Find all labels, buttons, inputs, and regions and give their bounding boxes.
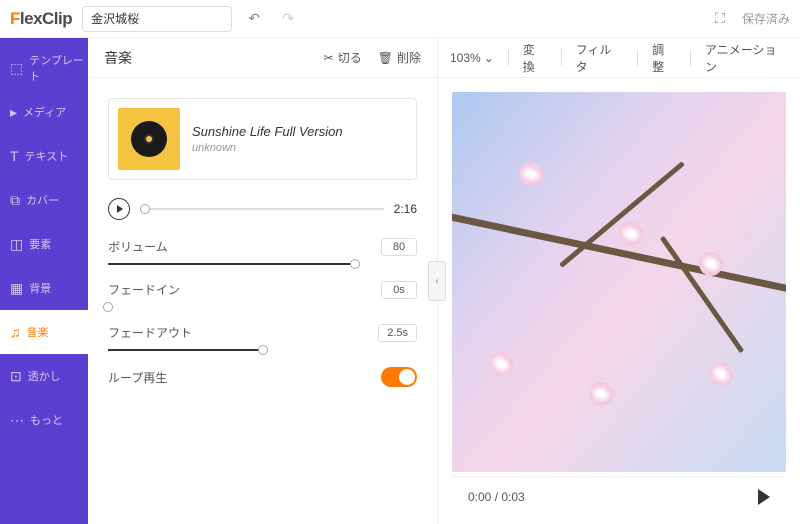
search-input[interactable] — [82, 6, 232, 32]
loop-control: ループ再生 — [108, 367, 417, 387]
music-panel: 音楽 ✂切る 🗑削除 Sunshine Life Full Version un… — [88, 38, 438, 524]
sidebar-item-templates[interactable]: ⬚テンプレート — [0, 46, 88, 90]
templates-icon: ⬚ — [10, 60, 23, 77]
sidebar-item-music[interactable]: ♫音楽 — [0, 310, 88, 354]
redo-button[interactable]: ↷ — [276, 7, 300, 31]
sidebar-item-more[interactable]: ⋯もっと — [0, 398, 88, 442]
sidebar: ⬚テンプレート ▸メディア Tテキスト ⧉カバー ◫要素 ▦背景 ♫音楽 ⊡透か… — [0, 38, 88, 524]
preview-tabs: 103%⌄ 変換 フィルタ 調整 アニメーション — [438, 38, 800, 78]
timeline-play-button[interactable] — [758, 489, 770, 505]
delete-button[interactable]: 🗑削除 — [378, 49, 421, 66]
watermark-icon: ⊡ — [10, 368, 22, 385]
fadein-value[interactable]: 0s — [381, 281, 417, 299]
elements-icon: ◫ — [10, 236, 23, 253]
play-button[interactable] — [108, 198, 130, 220]
tab-transform[interactable]: 変換 — [523, 41, 547, 75]
sidebar-item-watermark[interactable]: ⊡透かし — [0, 354, 88, 398]
save-status: 保存済み — [742, 10, 790, 27]
media-icon: ▸ — [10, 104, 17, 121]
track-artist: unknown — [192, 142, 343, 154]
preview-area: ‹ 103%⌄ 変換 フィルタ 調整 アニメーション — [438, 38, 800, 524]
sidebar-item-cover[interactable]: ⧉カバー — [0, 178, 88, 222]
sidebar-item-media[interactable]: ▸メディア — [0, 90, 88, 134]
timeline: 0:00 / 0:03 — [452, 476, 786, 516]
sidebar-item-text[interactable]: Tテキスト — [0, 134, 88, 178]
text-icon: T — [10, 148, 19, 164]
fadein-control: フェードイン0s — [108, 281, 417, 306]
duration: 2:16 — [394, 202, 417, 216]
zoom-dropdown[interactable]: 103%⌄ — [450, 51, 494, 65]
loop-toggle[interactable] — [381, 367, 417, 387]
fadeout-control: フェードアウト2.5s — [108, 324, 417, 349]
volume-control: ボリューム80 — [108, 238, 417, 263]
logo: FlexClip — [10, 9, 72, 29]
tab-adjust[interactable]: 調整 — [652, 41, 676, 75]
panel-title: 音楽 — [104, 48, 308, 68]
undo-button[interactable]: ↶ — [242, 7, 266, 31]
background-icon: ▦ — [10, 280, 23, 297]
player-row: 2:16 — [108, 198, 417, 220]
cut-button[interactable]: ✂切る — [324, 49, 362, 66]
panel-header: 音楽 ✂切る 🗑削除 — [88, 38, 437, 78]
fullscreen-button[interactable]: ⛶ — [708, 7, 732, 31]
sidebar-item-elements[interactable]: ◫要素 — [0, 222, 88, 266]
chevron-down-icon: ⌄ — [484, 51, 494, 65]
track-card[interactable]: Sunshine Life Full Version unknown — [108, 98, 417, 180]
album-art — [118, 108, 180, 170]
main: ⬚テンプレート ▸メディア Tテキスト ⧉カバー ◫要素 ▦背景 ♫音楽 ⊡透か… — [0, 38, 800, 524]
trash-icon: 🗑 — [378, 51, 393, 65]
volume-value[interactable]: 80 — [381, 238, 417, 256]
topbar: FlexClip ↶ ↷ ⛶ 保存済み — [0, 0, 800, 38]
tab-animation[interactable]: アニメーション — [705, 41, 788, 75]
progress-slider[interactable] — [140, 208, 384, 210]
music-icon: ♫ — [10, 324, 21, 340]
more-icon: ⋯ — [10, 412, 24, 429]
tab-filter[interactable]: フィルタ — [576, 41, 623, 75]
scissors-icon: ✂ — [324, 51, 334, 65]
track-title: Sunshine Life Full Version — [192, 124, 343, 139]
timecode: 0:00 / 0:03 — [468, 490, 744, 504]
preview-canvas[interactable] — [452, 92, 786, 472]
fadeout-value[interactable]: 2.5s — [378, 324, 417, 342]
sidebar-item-background[interactable]: ▦背景 — [0, 266, 88, 310]
cover-icon: ⧉ — [10, 192, 20, 209]
